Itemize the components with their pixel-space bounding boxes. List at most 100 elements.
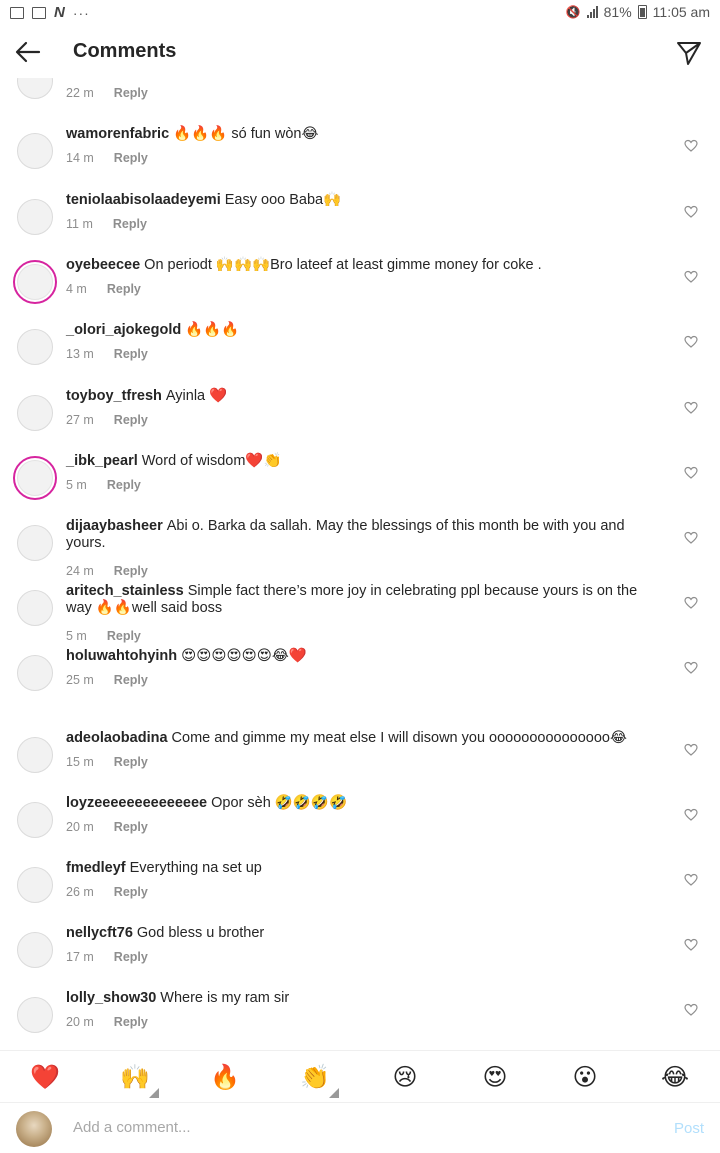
comment-meta: 15 m Reply — [66, 755, 148, 769]
comment-time: 13 m — [66, 347, 94, 361]
emoji-raising-hands-button[interactable]: 🙌 — [115, 1063, 159, 1098]
comment-input[interactable]: Add a comment... — [73, 1119, 191, 1136]
avatar[interactable] — [13, 260, 57, 304]
comment-time: 17 m — [66, 950, 94, 964]
comment-username[interactable]: holuwahtohyinh — [66, 648, 177, 664]
avatar[interactable] — [13, 456, 57, 500]
reply-button[interactable]: Reply — [113, 217, 147, 231]
comment-time: 11 m — [66, 217, 93, 231]
reply-button[interactable]: Reply — [114, 950, 148, 964]
comment-username[interactable]: oyebeecee — [66, 257, 140, 273]
comment-username[interactable]: loyzeeeeeeeeeeeeee — [66, 795, 207, 811]
reply-button[interactable]: Reply — [114, 820, 148, 834]
reply-button[interactable]: Reply — [114, 413, 148, 427]
like-heart-icon[interactable] — [684, 270, 698, 284]
reply-button[interactable]: Reply — [114, 755, 148, 769]
comment-time: 25 m — [66, 673, 94, 687]
emoji-heart-button[interactable]: ❤️ — [25, 1063, 65, 1092]
emoji-laughing-face-button[interactable]: 😂 — [655, 1063, 695, 1092]
back-arrow-icon[interactable] — [14, 38, 42, 66]
emoji-crying-face-button[interactable]: 😢 — [385, 1063, 425, 1092]
comment-text: loyzeeeeeeeeeeeeee Opor sèh 🤣🤣🤣🤣 — [66, 795, 666, 812]
avatar[interactable] — [17, 525, 53, 561]
comment-username[interactable]: teniolaabisolaadeyemi — [66, 192, 221, 208]
like-heart-icon[interactable] — [684, 743, 698, 757]
comment-username[interactable]: nellycft76 — [66, 925, 133, 941]
avatar[interactable] — [17, 867, 53, 903]
comment-username[interactable]: _olori_ajokegold — [66, 322, 181, 338]
comment-meta: 27 m Reply — [66, 413, 148, 427]
emoji-surprised-face-button[interactable]: 😮 — [565, 1063, 605, 1092]
avatar[interactable] — [17, 737, 53, 773]
comment-meta: 24 m Reply — [66, 564, 148, 578]
comment-meta: 11 m Reply — [66, 217, 147, 231]
emoji-heart-eyes-button[interactable]: 😍 — [475, 1063, 515, 1092]
comment-time: 4 m — [66, 282, 87, 296]
comment-time: 27 m — [66, 413, 94, 427]
post-button[interactable]: Post — [674, 1120, 704, 1137]
reply-button[interactable]: Reply — [114, 1015, 148, 1029]
comment-text: nellycft76 God bless u brother — [66, 925, 666, 942]
comment-text: lolly_show30 Where is my ram sir — [66, 990, 666, 1007]
emoji-quick-bar: ❤️ 🙌 🔥 👏 😢 😍 😮 😂 — [0, 1050, 720, 1103]
like-heart-icon[interactable] — [684, 808, 698, 822]
comment-username[interactable]: adeolaobadina — [66, 730, 168, 746]
like-heart-icon[interactable] — [684, 661, 698, 675]
like-heart-icon[interactable] — [684, 938, 698, 952]
avatar[interactable] — [17, 590, 53, 626]
reply-button[interactable]: Reply — [107, 629, 141, 643]
n-app-icon: N — [54, 4, 65, 21]
comment-body: Word of wisdom❤️👏 — [141, 453, 282, 469]
emoji-clapping-hands-button[interactable]: 👏 — [295, 1063, 339, 1098]
comment-meta: 14 m Reply — [66, 151, 148, 165]
avatar[interactable] — [17, 932, 53, 968]
status-bar: N ··· 🔇 81% 11:05 am — [0, 0, 720, 26]
comment-username[interactable]: dijaaybasheer — [66, 518, 163, 534]
direct-send-icon[interactable] — [676, 40, 702, 66]
comment-text: fmedleyf Everything na set up — [66, 860, 666, 877]
reply-button[interactable]: Reply — [114, 347, 148, 361]
comment-body: God bless u brother — [136, 925, 265, 941]
comment-meta: 4 m Reply — [66, 282, 141, 296]
comment-username[interactable]: aritech_stainless — [66, 583, 184, 599]
avatar[interactable] — [17, 802, 53, 838]
comment-text: teniolaabisolaadeyemi Easy ooo Baba🙌 — [66, 192, 666, 209]
comment-body: Opor sèh 🤣🤣🤣🤣 — [211, 795, 347, 811]
avatar[interactable] — [17, 133, 53, 169]
comment-username[interactable]: toyboy_tfresh — [66, 388, 162, 404]
like-heart-icon[interactable] — [684, 1003, 698, 1017]
reply-button[interactable]: Reply — [114, 885, 148, 899]
emoji-fire-button[interactable]: 🔥 — [205, 1063, 245, 1092]
reply-button[interactable]: Reply — [114, 86, 148, 100]
like-heart-icon[interactable] — [684, 873, 698, 887]
comment-body: 🔥🔥🔥 só fun wòn😂 — [173, 126, 319, 142]
comment-username[interactable]: fmedleyf — [66, 860, 126, 876]
comment-username[interactable]: _ibk_pearl — [66, 453, 138, 469]
comments-list[interactable]: 22 m Reply wamorenfabric 🔥🔥🔥 só fun wòn😂 1… — [0, 78, 720, 1050]
comment-text: _olori_ajokegold 🔥🔥🔥 — [66, 322, 666, 339]
avatar[interactable] — [17, 78, 53, 99]
signal-icon — [586, 6, 598, 18]
comment-username[interactable]: wamorenfabric — [66, 126, 169, 142]
like-heart-icon[interactable] — [684, 401, 698, 415]
avatar[interactable] — [17, 395, 53, 431]
avatar[interactable] — [17, 329, 53, 365]
like-heart-icon[interactable] — [684, 466, 698, 480]
comment-username[interactable]: lolly_show30 — [66, 990, 156, 1006]
like-heart-icon[interactable] — [684, 596, 698, 610]
comment-body: Where is my ram sir — [160, 990, 290, 1006]
reply-button[interactable]: Reply — [114, 673, 148, 687]
avatar[interactable] — [17, 997, 53, 1033]
avatar[interactable] — [17, 655, 53, 691]
reply-button[interactable]: Reply — [114, 151, 148, 165]
like-heart-icon[interactable] — [684, 205, 698, 219]
reply-button[interactable]: Reply — [107, 282, 141, 296]
comment-text: holuwahtohyinh 😍😍😍😍😍😍😂❤️ — [66, 648, 666, 665]
reply-button[interactable]: Reply — [107, 478, 141, 492]
reply-button[interactable]: Reply — [114, 564, 148, 578]
avatar[interactable] — [17, 199, 53, 235]
like-heart-icon[interactable] — [684, 335, 698, 349]
like-heart-icon[interactable] — [684, 531, 698, 545]
comment-body: Easy ooo Baba🙌 — [224, 192, 342, 208]
like-heart-icon[interactable] — [684, 139, 698, 153]
